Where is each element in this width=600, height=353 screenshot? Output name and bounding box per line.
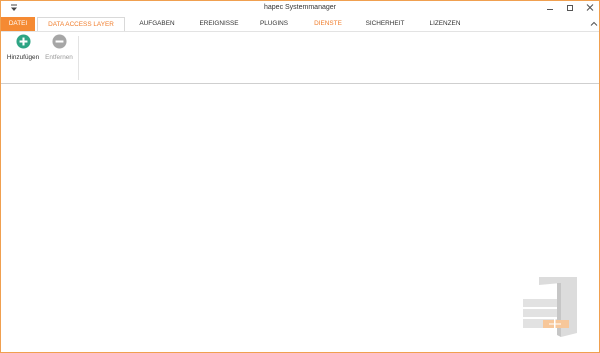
remove-button-label: Entfernen (45, 54, 73, 61)
tab-ereignisse[interactable]: EREIGNISSE (193, 17, 245, 31)
ribbon-group-divider (78, 36, 79, 80)
close-icon[interactable] (584, 3, 596, 13)
minimize-icon[interactable] (544, 3, 556, 13)
hapec-logo-icon (523, 277, 577, 337)
tab-data-access-layer[interactable]: DATA ACCESS LAYER (37, 17, 125, 31)
tab-lizenzen[interactable]: LIZENZEN (421, 17, 469, 31)
window-title: hapec Systemmanager (264, 4, 336, 11)
tab-sicherheit[interactable]: SICHERHEIT (357, 17, 413, 31)
minus-circle-icon (51, 34, 67, 49)
remove-button[interactable]: Entfernen (43, 34, 75, 61)
ribbon-tabs: DATEI DATA ACCESS LAYER AUFGABEN EREIGNI… (1, 17, 599, 31)
main-content-area (1, 84, 599, 352)
tab-dienste[interactable]: DIENSTE (307, 17, 349, 31)
ribbon-panel: Hinzufügen Entfernen (1, 31, 599, 84)
maximize-icon[interactable] (564, 3, 576, 13)
plus-circle-icon (15, 34, 31, 49)
app-window: hapec Systemmanager DATEI DATA ACCESS LA… (0, 0, 600, 353)
tab-datei[interactable]: DATEI (1, 17, 35, 31)
add-button[interactable]: Hinzufügen (4, 34, 42, 61)
tab-aufgaben[interactable]: AUFGABEN (132, 17, 182, 31)
title-bar: hapec Systemmanager (1, 1, 599, 17)
add-button-label: Hinzufügen (6, 54, 40, 61)
tab-plugins[interactable]: PLUGINS (253, 17, 295, 31)
collapse-ribbon-icon[interactable] (590, 20, 598, 28)
